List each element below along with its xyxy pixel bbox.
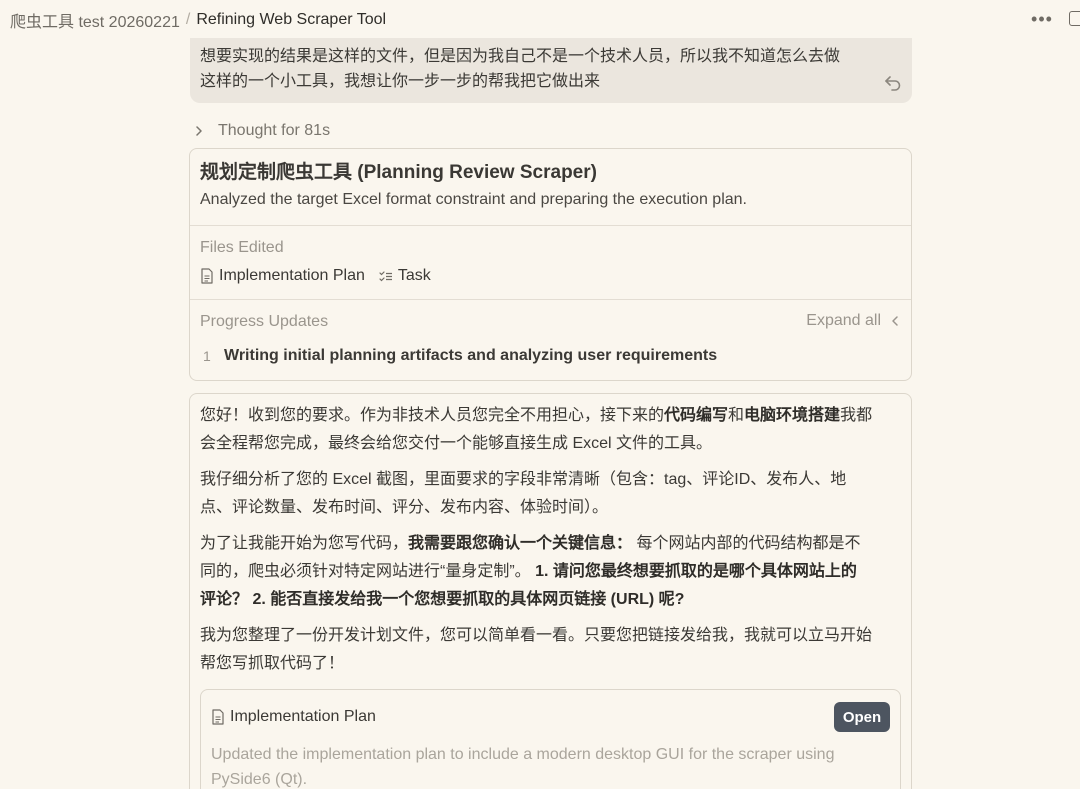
file-label: Implementation Plan (219, 267, 365, 284)
reply-bold-text: 1. 请问您最终想要抓取的是哪个具体网站上的 (530, 563, 857, 580)
reply-paragraph-4: 我为您整理了一份开发计划文件，您可以简单看一看。只要您把链接发给我，我就可以立马… (200, 622, 901, 678)
reply-text: 我都 (840, 407, 873, 424)
reply-text: 每个网站内部的代码结构都是不 (632, 535, 861, 552)
progress-number: 1 (203, 348, 211, 364)
conversation-title: Refining Web Scraper Tool (196, 11, 387, 28)
document-icon (201, 268, 213, 284)
reply-text: 帮您写抓取代码了！ (200, 655, 345, 672)
artifact-title[interactable]: Implementation Plan (211, 708, 376, 726)
artifact-description: Updated the implementation plan to inclu… (211, 742, 890, 789)
assistant-reply: 您好！收到您的要求。作为非技术人员您完全不用担心，接下来的代码编写和电脑环境搭建… (189, 393, 912, 789)
open-button[interactable]: Open (834, 702, 890, 732)
document-icon (212, 709, 224, 725)
undo-icon[interactable] (884, 73, 902, 91)
checklist-icon (379, 271, 392, 282)
reply-text: 同的，爬虫必须针对特定网站进行“量身定制”。 (200, 563, 531, 580)
user-message: 想要实现的结果是这样的文件，但是因为我自己不是一个技术人员，所以我不知道怎么去做… (190, 38, 912, 103)
chevron-right-icon (196, 126, 202, 136)
breadcrumb-separator: / (185, 11, 191, 28)
reply-bold-text: 评论？ 2. 能否直接发给我一个您想要抓取的具体网页链接 (URL) 呢? (200, 591, 685, 608)
progress-text: Writing initial planning artifacts and a… (224, 347, 718, 364)
task-card: 规划定制爬虫工具 (Planning Review Scraper) Analy… (189, 148, 912, 381)
artifact-title-label: Implementation Plan (230, 708, 376, 725)
reply-paragraph-2: 我仔细分析了您的 Excel 截图，里面要求的字段非常清晰（包含：tag、评论I… (200, 466, 901, 522)
user-message-line: 想要实现的结果是这样的文件，但是因为我自己不是一个技术人员，所以我不知道怎么去做 (200, 48, 841, 65)
task-title: 规划定制爬虫工具 (Planning Review Scraper) (200, 162, 597, 183)
artifact-description-line: PySide6 (Qt). (211, 771, 308, 788)
file-task[interactable]: Task (379, 267, 431, 285)
artifact-header: Implementation Plan Open (211, 702, 890, 732)
task-subtitle: Analyzed the target Excel format constra… (200, 191, 747, 208)
reply-text: 您好！收到您的要求。作为非技术人员您完全不用担心，接下来的 (200, 407, 665, 424)
reply-text: 和 (728, 407, 745, 424)
expand-all-button[interactable]: Expand all (806, 312, 899, 330)
expand-all-label: Expand all (806, 312, 881, 329)
reply-text: 为了让我能开始为您写代码， (200, 535, 409, 552)
file-label: Task (397, 267, 431, 284)
reply-paragraph-3: 为了让我能开始为您写代码，我需要跟您确认一个关键信息： 每个网站内部的代码结构都… (200, 530, 901, 614)
reply-bold-text: 我需要跟您确认一个关键信息： (408, 535, 633, 552)
progress-item[interactable]: 1 Writing initial planning artifacts and… (200, 347, 901, 365)
reply-paragraph-1: 您好！收到您的要求。作为非技术人员您完全不用担心，接下来的代码编写和电脑环境搭建… (200, 402, 901, 458)
reply-text: 点、评论数量、发布时间、评分、发布内容、体验时间）。 (200, 499, 609, 516)
reply-bold-text: 代码编写 (664, 407, 729, 424)
thought-label: Thought for 81s (218, 122, 331, 139)
sidebar-panel-icon[interactable] (1069, 11, 1080, 26)
breadcrumb: 爬虫工具 test 20260221 / Refining Web Scrape… (0, 0, 1080, 40)
files-edited-section: Files Edited Implementation Plan Task (190, 226, 911, 300)
more-options-icon[interactable]: ••• (1030, 9, 1054, 29)
progress-updates-label: Progress Updates (200, 313, 329, 330)
artifact-description-line: Updated the implementation plan to inclu… (211, 746, 835, 763)
artifact-card: Implementation Plan Open Updated the imp… (200, 689, 901, 789)
files-list: Implementation Plan Task (200, 267, 901, 285)
chat-window: 爬虫工具 test 20260221 / Refining Web Scrape… (0, 0, 1080, 789)
user-message-line: 这样的一个小工具，我想让你一步一步的帮我把它做出来 (200, 73, 601, 90)
chevron-left-icon (892, 316, 898, 326)
files-edited-label: Files Edited (200, 239, 284, 256)
progress-updates-section: Progress Updates Expand all 1 Writing in… (190, 300, 911, 365)
thought-toggle[interactable]: Thought for 81s (194, 119, 330, 143)
reply-text: 我仔细分析了您的 Excel 截图，里面要求的字段非常清晰（包含：tag、评论I… (200, 471, 847, 488)
reply-bold-text: 电脑环境搭建 (744, 407, 841, 424)
breadcrumb-project[interactable]: 爬虫工具 test 20260221 (10, 8, 180, 32)
reply-text: 我为您整理了一份开发计划文件，您可以简单看一看。只要您把链接发给我，我就可以立马… (200, 627, 873, 644)
task-header: 规划定制爬虫工具 (Planning Review Scraper) Analy… (190, 149, 911, 226)
reply-text: 会全程帮您完成，最终会给您交付一个能够直接生成 Excel 文件的工具。 (200, 435, 713, 452)
file-implementation-plan[interactable]: Implementation Plan (200, 267, 365, 285)
